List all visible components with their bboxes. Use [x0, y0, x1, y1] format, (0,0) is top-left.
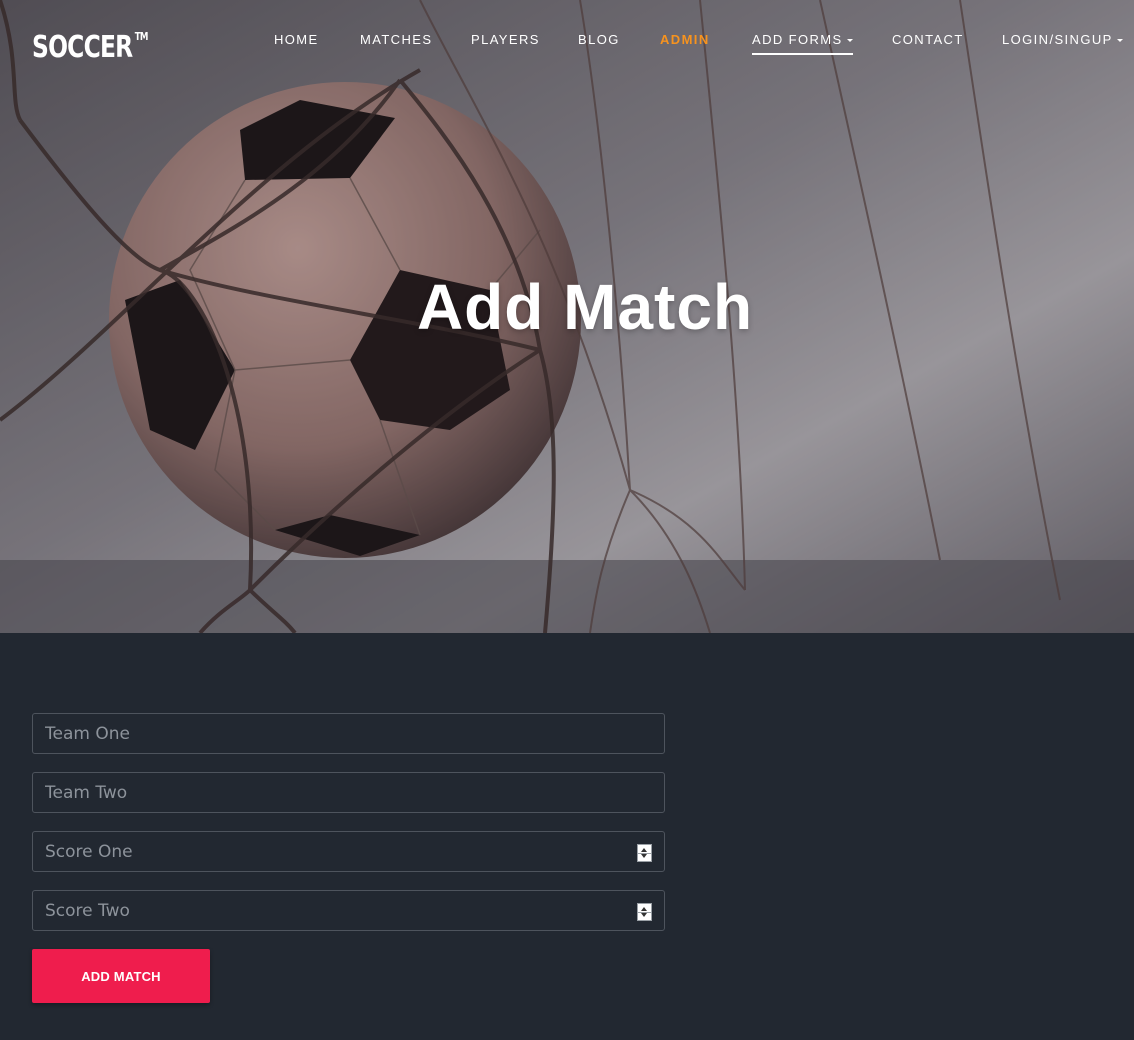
stepper-up-icon[interactable]	[641, 848, 647, 852]
site-logo[interactable]: SOCCER TM	[32, 24, 148, 67]
stepper-up-icon[interactable]	[641, 907, 647, 911]
trademark-mark: TM	[134, 30, 149, 43]
nav-players-label: PLAYERS	[471, 32, 540, 47]
nav-login-signup-dropdown[interactable]: LOGIN/SINGUP	[1002, 31, 1123, 51]
team-two-input[interactable]	[33, 773, 664, 812]
chevron-down-icon	[846, 39, 853, 43]
nav-home-label: HOME	[274, 32, 319, 47]
nav-login-signup-label: LOGIN/SINGUP	[1002, 32, 1113, 47]
nav-blog[interactable]: BLOG	[578, 31, 620, 51]
score-two-field	[32, 890, 665, 931]
add-match-button[interactable]: ADD MATCH	[32, 949, 210, 1003]
stepper-down-icon[interactable]	[641, 913, 647, 917]
nav-blog-label: BLOG	[578, 32, 620, 47]
nav-add-forms-dropdown[interactable]: ADD FORMS	[752, 31, 853, 55]
score-two-stepper[interactable]	[637, 903, 652, 921]
page-title: Add Match	[416, 271, 754, 343]
score-one-input[interactable]	[33, 832, 664, 871]
nav-matches-label: MATCHES	[360, 32, 433, 47]
stepper-down-icon[interactable]	[641, 854, 647, 858]
team-two-field	[32, 772, 665, 813]
nav-admin-label: ADMIN	[660, 32, 710, 47]
navbar: SOCCER TM HOME MATCHES PLAYERS BLOG ADMIN…	[0, 0, 1134, 80]
nav-admin[interactable]: ADMIN	[660, 31, 710, 51]
score-two-input[interactable]	[33, 891, 664, 930]
add-match-form: ADD MATCH	[0, 633, 1134, 1040]
nav-matches[interactable]: MATCHES	[360, 31, 432, 51]
score-one-field	[32, 831, 665, 872]
logo-text: SOCCER	[32, 30, 133, 65]
team-one-input[interactable]	[33, 714, 664, 753]
chevron-down-icon	[1116, 39, 1123, 43]
hero-banner: SOCCER TM HOME MATCHES PLAYERS BLOG ADMIN…	[0, 0, 1134, 633]
nav-add-forms-label: ADD FORMS	[752, 32, 843, 47]
nav-home[interactable]: HOME	[274, 31, 319, 51]
nav-players[interactable]: PLAYERS	[471, 31, 540, 51]
nav-contact-label: CONTACT	[892, 32, 964, 47]
score-one-stepper[interactable]	[637, 844, 652, 862]
nav-contact[interactable]: CONTACT	[892, 31, 964, 51]
team-one-field	[32, 713, 665, 754]
